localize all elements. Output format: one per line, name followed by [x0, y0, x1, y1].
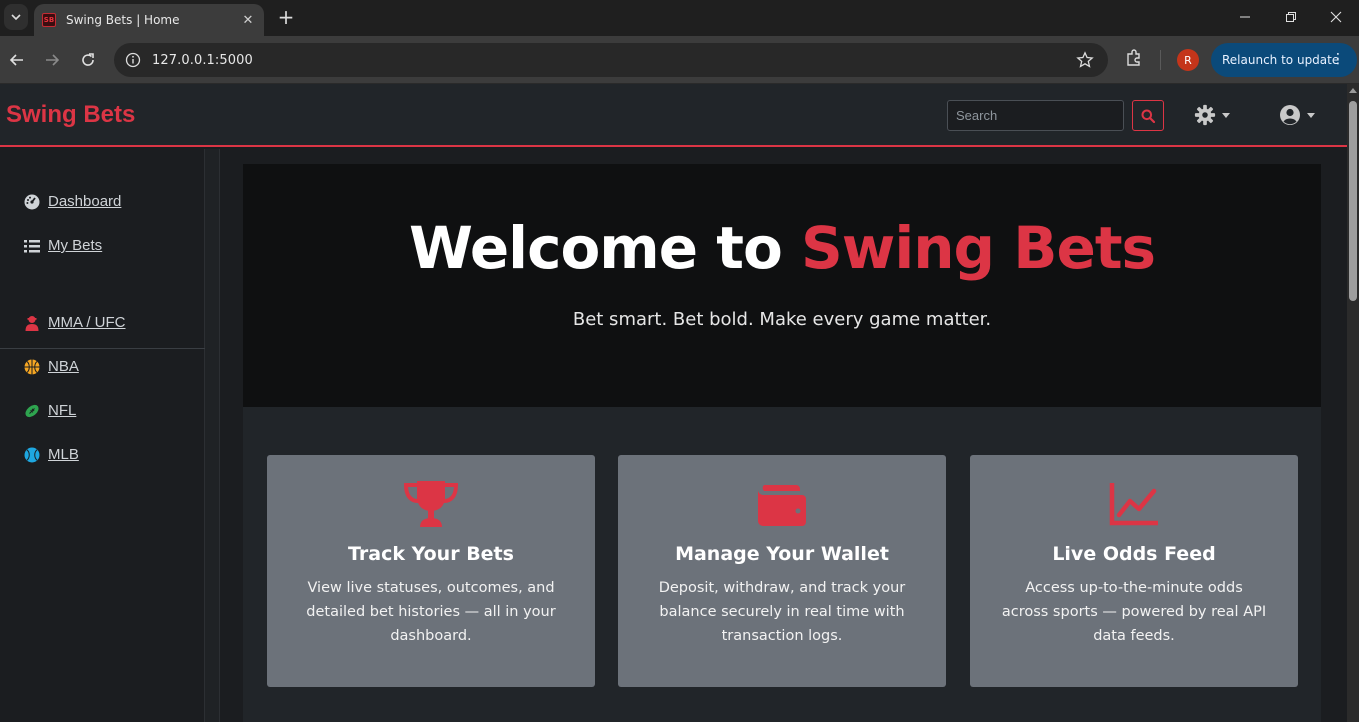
sidebar-item-nfl[interactable]: NFL [24, 402, 76, 419]
basketball-icon [24, 359, 40, 375]
new-tab-button[interactable]: + [274, 5, 298, 29]
browser-toolbar: 127.0.0.1:5000 R Relaunch to update ⋮ [0, 36, 1359, 84]
address-bar[interactable]: 127.0.0.1:5000 [114, 43, 1108, 77]
reload-button[interactable] [76, 48, 100, 72]
sidebar-item-mlb[interactable]: MLB [24, 446, 79, 463]
toolbar-separator [1160, 50, 1161, 70]
minimize-button[interactable] [1222, 0, 1268, 34]
baseball-icon [24, 447, 40, 463]
search-icon [1141, 109, 1155, 123]
hero-title-prefix: Welcome to [408, 214, 802, 282]
sidebar-item-label: NFL [48, 402, 77, 419]
feature-text: Access up-to-the-minute odds across spor… [1001, 580, 1267, 644]
caret-down-icon [1222, 112, 1230, 118]
search-input[interactable] [947, 100, 1124, 131]
relaunch-button[interactable]: Relaunch to update ⋮ [1211, 43, 1357, 77]
user-dropdown[interactable] [1279, 104, 1315, 126]
sidebar-item-label: Dashboard [48, 193, 122, 210]
list-icon [24, 238, 40, 254]
tab-close-icon[interactable]: ✕ [240, 13, 256, 28]
scroll-thumb[interactable] [1349, 101, 1357, 301]
chevron-down-icon [11, 14, 21, 21]
sidebar-item-label: MMA / UFC [48, 314, 126, 331]
sidebar-divider [0, 348, 205, 349]
restore-icon [1286, 12, 1296, 22]
feature-title: Track Your Bets [348, 543, 514, 565]
profile-avatar[interactable]: R [1177, 49, 1199, 71]
scroll-up-arrow-icon[interactable] [1349, 88, 1357, 93]
sidebar-item-my-bets[interactable]: My Bets [24, 237, 102, 254]
reload-icon [82, 53, 94, 66]
sidebar: Dashboard My Bets MMA / UFC NBA NFL MLB [0, 149, 205, 722]
browser-tabstrip: SB Swing Bets | Home ✕ + [0, 0, 1359, 36]
feature-title: Live Odds Feed [1052, 543, 1216, 565]
sidebar-item-mma-ufc[interactable]: MMA / UFC [24, 314, 126, 331]
trophy-icon [267, 479, 595, 529]
hero-subtitle: Bet smart. Bet bold. Make every game mat… [572, 309, 992, 330]
sidebar-item-label: My Bets [48, 237, 103, 254]
main-content: Welcome to Swing Bets Bet smart. Bet bol… [221, 149, 1347, 722]
features-section: Track Your Bets View live statuses, outc… [243, 407, 1321, 722]
hero-section: Welcome to Swing Bets Bet smart. Bet bol… [243, 164, 1321, 407]
app-viewport: Swing Bets Search Dashboard My Bets MMA … [0, 84, 1347, 722]
sidebar-item-label: NBA [48, 358, 79, 375]
url-text: 127.0.0.1:5000 [152, 52, 253, 68]
back-button[interactable] [5, 48, 29, 72]
sidebar-item-nba[interactable]: NBA [24, 358, 79, 375]
minimize-icon [1240, 16, 1250, 18]
more-vertical-icon[interactable]: ⋮ [1331, 52, 1345, 66]
feature-title: Manage Your Wallet [675, 543, 889, 565]
hero-title-accent: Swing Bets [801, 214, 1156, 282]
brand-logo[interactable]: Swing Bets [6, 101, 135, 129]
user-circle-icon [1280, 105, 1300, 125]
extensions-icon[interactable] [1124, 48, 1144, 72]
wallet-icon [618, 479, 946, 529]
arrow-right-icon [46, 54, 60, 66]
tab-search-button[interactable] [4, 4, 28, 30]
feature-card-track-bets: Track Your Bets View live statuses, outc… [267, 455, 595, 687]
feature-card-live-odds: Live Odds Feed Access up-to-the-minute o… [970, 455, 1298, 687]
caret-down-icon [1307, 112, 1315, 118]
relaunch-label: Relaunch to update [1222, 53, 1340, 67]
feature-card-wallet: Manage Your Wallet Deposit, withdraw, an… [618, 455, 946, 687]
top-navbar: Swing Bets [0, 84, 1347, 147]
close-window-button[interactable] [1313, 0, 1359, 34]
settings-dropdown[interactable] [1194, 104, 1230, 126]
tab-title: Swing Bets | Home [66, 13, 180, 27]
feature-text: View live statuses, outcomes, and detail… [306, 580, 556, 644]
bookmark-star-icon[interactable] [1076, 51, 1094, 73]
chart-line-icon [970, 479, 1298, 529]
gear-icon [1194, 104, 1216, 126]
arrow-left-icon [9, 54, 23, 66]
football-icon [24, 403, 40, 419]
fighter-icon [24, 315, 40, 331]
sidebar-gutter [205, 149, 220, 722]
hero-title: Welcome to Swing Bets [243, 214, 1321, 282]
restore-button[interactable] [1268, 0, 1314, 34]
site-info-icon[interactable] [124, 51, 142, 69]
browser-tab-active[interactable]: SB Swing Bets | Home ✕ [34, 4, 264, 36]
search-button[interactable] [1132, 100, 1164, 131]
forward-button[interactable] [40, 48, 64, 72]
sidebar-item-dashboard[interactable]: Dashboard [24, 193, 121, 210]
favicon-icon: SB [42, 13, 56, 27]
feature-text: Deposit, withdraw, and track your balanc… [658, 580, 906, 644]
sidebar-item-label: MLB [48, 446, 79, 463]
page-scrollbar[interactable] [1347, 84, 1359, 722]
close-icon [1330, 11, 1342, 23]
gauge-icon [24, 194, 40, 210]
